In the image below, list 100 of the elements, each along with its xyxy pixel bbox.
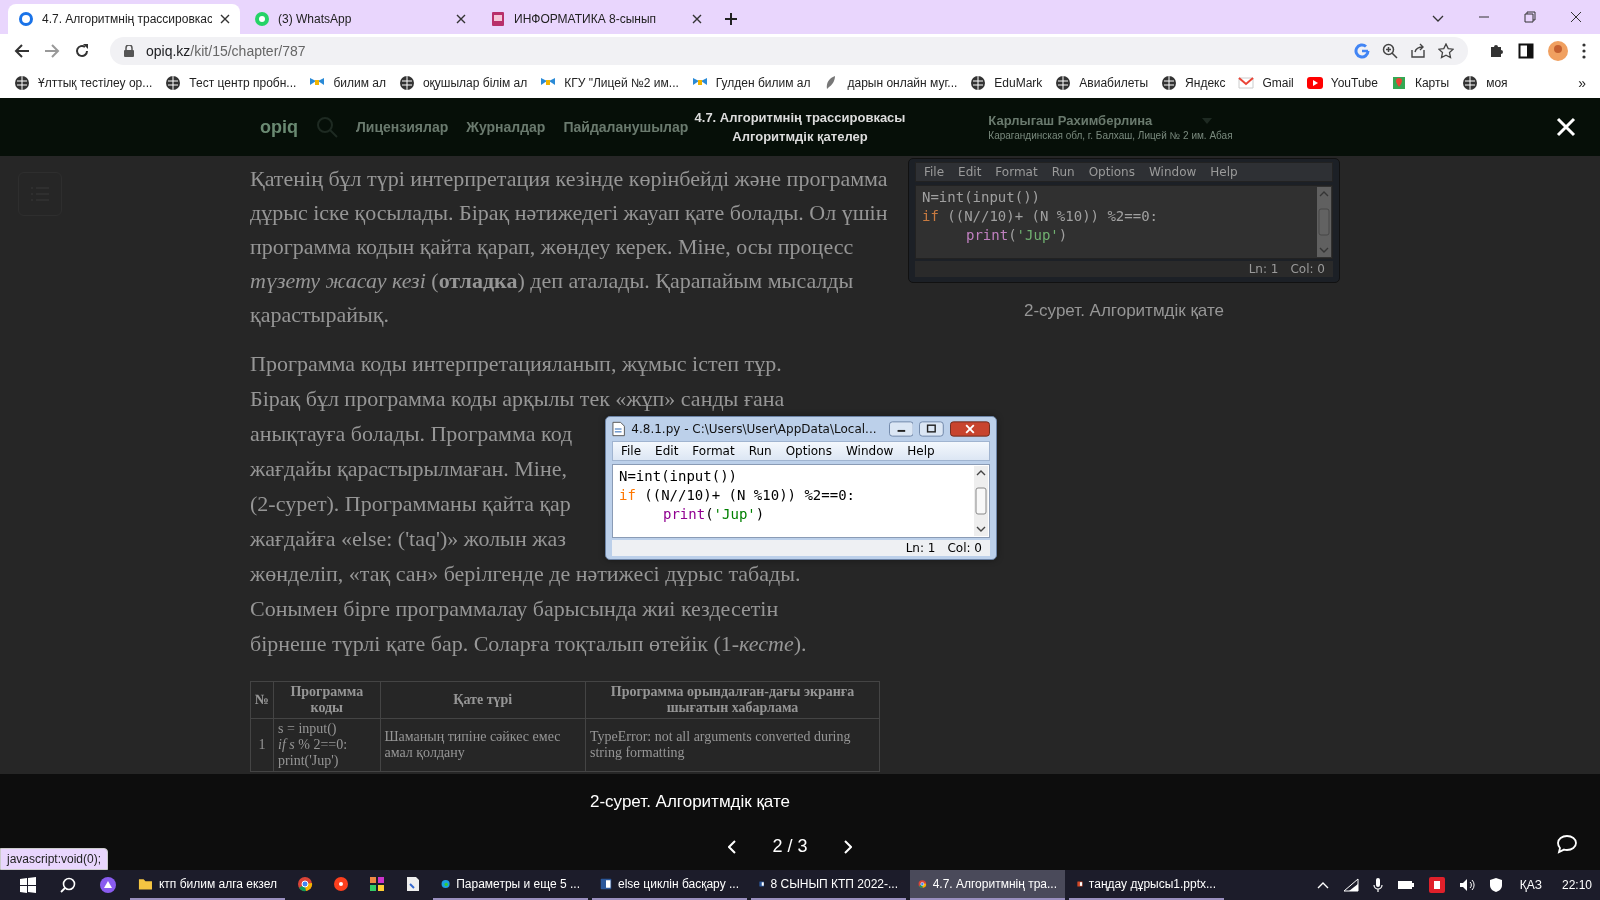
windows-icon[interactable] (20, 877, 36, 893)
browser-tab[interactable]: ИНФОРМАТИКА 8-сынып (480, 4, 712, 34)
forward-icon[interactable] (44, 43, 60, 59)
browser-tab[interactable]: (3) WhatsApp (244, 4, 476, 34)
back-icon[interactable] (14, 43, 30, 59)
bookmark[interactable]: моя (1462, 75, 1508, 91)
menu-item[interactable]: Options (1088, 165, 1135, 179)
close-icon[interactable] (692, 14, 702, 24)
menu-item[interactable]: File (924, 165, 945, 179)
menu-item[interactable]: File (621, 444, 642, 458)
nav-link[interactable]: Журналдар (466, 119, 546, 135)
bookmark[interactable]: Яндекс (1161, 75, 1226, 91)
minimize-icon[interactable] (888, 421, 914, 437)
bookmark[interactable]: YouTube (1306, 75, 1378, 91)
menu-item[interactable]: Format (692, 444, 735, 458)
bookmark[interactable]: Авиабилеты (1055, 75, 1149, 91)
folder-icon (138, 876, 153, 892)
maximize-icon[interactable] (919, 421, 945, 437)
window-title: 4.8.1.py - C:\Users\User\AppData\Local... (631, 422, 877, 436)
menu-item[interactable]: Edit (655, 444, 679, 458)
chevron-right-icon[interactable] (843, 839, 852, 854)
comment-icon[interactable] (1556, 834, 1578, 854)
nav-link[interactable]: Пайдаланушылар (563, 119, 689, 135)
scrollbar-icon[interactable] (1317, 187, 1331, 257)
microphone-icon[interactable] (1372, 877, 1383, 893)
code-line: N=int(input()) (619, 467, 738, 486)
app-icon[interactable] (1428, 877, 1445, 893)
bookmark[interactable]: Карты (1390, 75, 1450, 91)
bookmark[interactable]: КГУ "Лицей №2 им... (540, 75, 679, 91)
chevron-left-icon[interactable] (728, 839, 737, 854)
reload-icon[interactable] (74, 43, 90, 59)
bookmark[interactable]: Гулден билим ал (691, 75, 811, 91)
paragraph-line: бірнеше түрлі қате бар. Соларға тоқталып өтейік (1-кесте). (250, 630, 807, 658)
globe-icon (165, 75, 182, 91)
column-header: № (250, 681, 274, 719)
menu-item[interactable]: Format (995, 165, 1038, 179)
chevron-down-icon[interactable] (1432, 15, 1444, 23)
avatar-icon[interactable] (1548, 41, 1568, 61)
menu-item[interactable]: Window (845, 444, 894, 458)
menu-item[interactable]: Help (907, 444, 935, 458)
star-icon[interactable] (1438, 43, 1454, 59)
column-header: Қате түрі (380, 681, 586, 719)
more-bookmarks-button[interactable]: » (1578, 75, 1586, 91)
more-icon[interactable] (1582, 43, 1586, 59)
menu-item[interactable]: Window (1148, 165, 1197, 179)
bookmark[interactable]: дарын онлайн муг... (823, 75, 958, 91)
column-header: Программа коды (273, 681, 380, 719)
input-language[interactable]: ҚАЗ (1519, 878, 1542, 892)
book-icon (490, 11, 506, 27)
menu-item[interactable]: Run (748, 444, 772, 458)
taskbar-button[interactable]: else циклін басқару ... (592, 870, 747, 900)
close-icon[interactable] (1570, 11, 1582, 23)
share-icon[interactable] (1410, 43, 1426, 59)
menu-item[interactable]: Help (1210, 165, 1238, 179)
chevron-up-icon[interactable] (1316, 881, 1329, 889)
code-line: if ((N//10)+ (N %10)) %2==0: (922, 207, 1159, 226)
table-cell: 1 (250, 718, 274, 772)
document-icon (612, 421, 626, 437)
taskbar-button[interactable]: 8 СЫНЫП КТП 2022-... (751, 870, 906, 900)
close-icon[interactable] (456, 14, 466, 24)
paragraph-line: жағдайға «else: ('taq')» жолын жаз (250, 525, 566, 553)
menu-item[interactable]: Options (785, 444, 832, 458)
bookmark[interactable]: билим ал (309, 75, 386, 91)
taskbar-button[interactable]: Параметры и еще 5 ... (433, 870, 588, 900)
shield-icon[interactable] (1488, 877, 1503, 893)
restore-icon[interactable] (1524, 11, 1536, 23)
bookmark[interactable]: Ұлттық тестілеу ор... (14, 75, 153, 91)
bookmark[interactable]: Gmail (1238, 75, 1294, 91)
bookmark[interactable]: оқушылар білім ал (398, 75, 528, 91)
close-icon[interactable] (220, 14, 230, 24)
column-status: Col: 0 (947, 541, 982, 555)
clock[interactable]: 22:10 (1561, 878, 1592, 892)
address-bar[interactable]: opiq.kz/kit/15/chapter/787 (110, 37, 1468, 65)
mail-icon (1238, 75, 1255, 91)
plus-icon[interactable] (724, 12, 738, 26)
bookmark[interactable]: Тест центр пробн... (165, 75, 297, 91)
taskbar-button[interactable]: 4.7. Алгоритмнің тра... (910, 870, 1065, 900)
site-logo[interactable]: opiq (260, 116, 298, 138)
sidebar-icon[interactable] (1518, 43, 1534, 59)
zoom-icon[interactable] (1382, 43, 1398, 59)
menu-item[interactable]: Edit (958, 165, 982, 179)
bookmark[interactable]: EduMark (970, 75, 1043, 91)
browser-tab[interactable]: 4.7. Алгоритмнің трассировкас (8, 4, 240, 34)
menu-item[interactable]: Run (1051, 165, 1075, 179)
scrollbar-icon[interactable] (974, 466, 988, 536)
puzzle-icon[interactable] (1488, 43, 1504, 59)
battery-icon[interactable] (1396, 879, 1415, 891)
paragraph-line: жөнделіп, «тақ сан» берілгенде де нәтижесі дұрыс табады. (250, 560, 801, 588)
taskbar-button[interactable]: таңдау дұрысы1.pptx... (1069, 870, 1224, 900)
google-icon[interactable] (1354, 43, 1370, 59)
paragraph-line: жағдайы қарастырылмаған. Міне, (250, 455, 567, 483)
close-icon[interactable] (950, 421, 990, 437)
assistant-icon[interactable] (100, 877, 116, 893)
volume-icon[interactable] (1458, 878, 1475, 892)
nav-link[interactable]: Лицензиялар (356, 119, 449, 135)
user-name[interactable]: Карлыгаш Рахимберлина (988, 113, 1153, 128)
search-icon[interactable] (60, 877, 76, 893)
tab-icon (18, 11, 34, 27)
taskbar-button[interactable]: ктп билим алга екзел (130, 870, 285, 900)
network-icon[interactable] (1342, 878, 1359, 892)
